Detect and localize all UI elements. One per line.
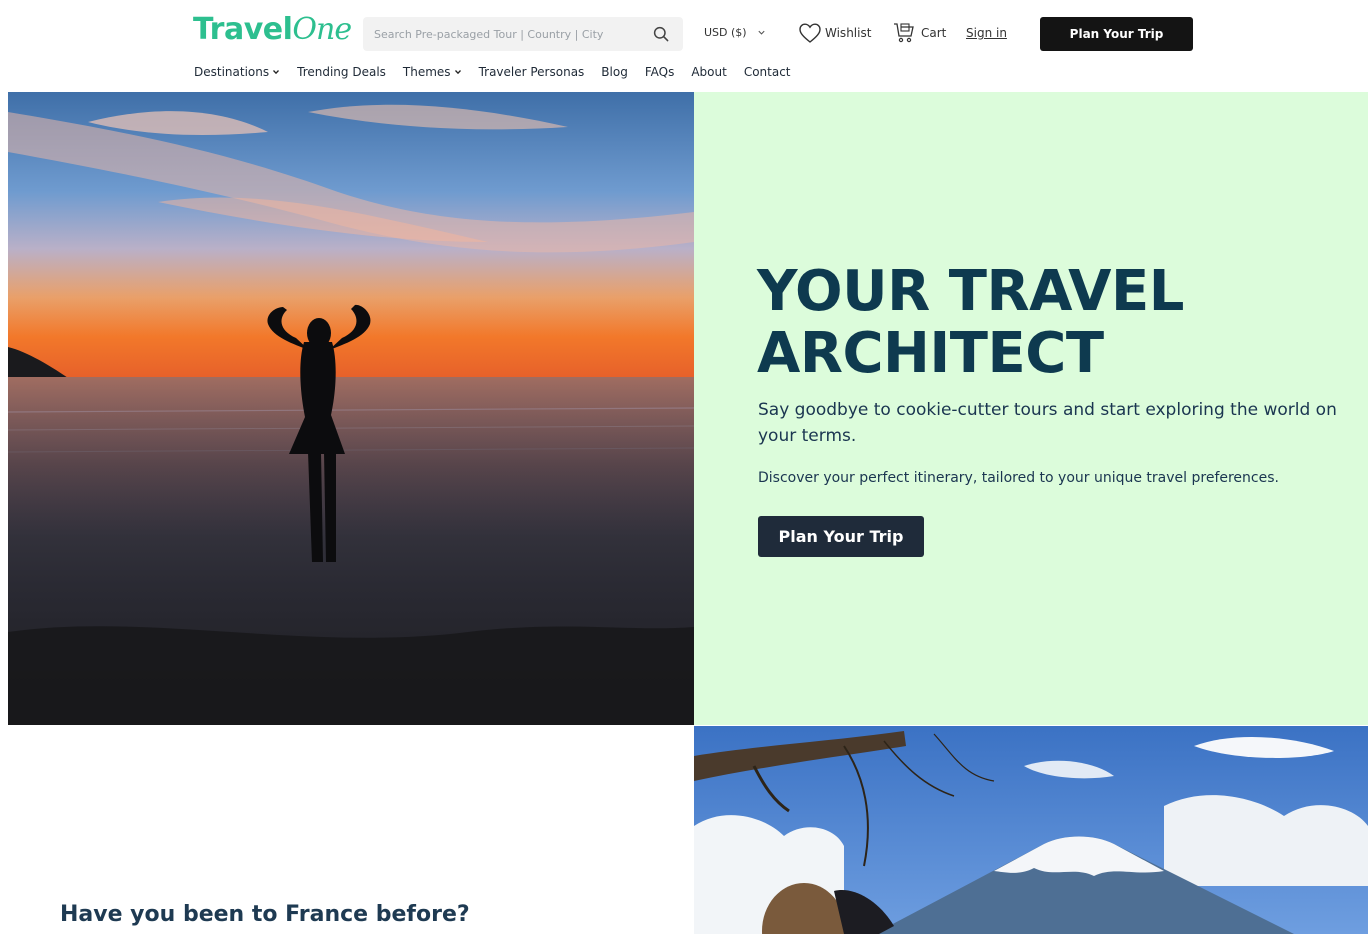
main-nav: Destinations Trending Deals Themes Trave… <box>194 65 808 79</box>
nav-item-faqs[interactable]: FAQs <box>645 65 675 79</box>
plan-your-trip-header-button[interactable]: Plan Your Trip <box>1040 17 1193 51</box>
nav-item-traveler-personas[interactable]: Traveler Personas <box>479 65 585 79</box>
currency-selector[interactable]: USD ($) <box>704 26 766 39</box>
nav-item-label: Contact <box>743 65 791 79</box>
wishlist-link[interactable]: Wishlist <box>798 22 871 44</box>
hero-title: YOUR TRAVEL ARCHITECT <box>757 261 1317 385</box>
wishlist-label: Wishlist <box>825 26 872 40</box>
nav-item-blog[interactable]: Blog <box>601 65 628 79</box>
currency-label: USD ($) <box>704 26 747 39</box>
nav-item-label: Destinations <box>194 65 270 79</box>
cart-icon <box>894 23 914 43</box>
plan-your-trip-hero-button[interactable]: Plan Your Trip <box>758 516 924 557</box>
beach-sunset-photo <box>8 92 694 725</box>
nav-item-destinations[interactable]: Destinations <box>194 65 280 79</box>
hero-title-line2: ARCHITECT <box>757 321 1104 386</box>
mount-fuji-photo <box>694 726 1368 934</box>
nav-item-trending-deals[interactable]: Trending Deals <box>297 65 386 79</box>
site-header: TravelOne USD ($) Wishlist Cart Sign in … <box>0 0 1368 92</box>
nav-item-label: Blog <box>601 65 628 79</box>
heart-icon <box>799 23 821 43</box>
nav-item-label: Traveler Personas <box>478 65 585 79</box>
nav-item-label: Trending Deals <box>297 65 386 79</box>
search-input[interactable] <box>363 17 633 51</box>
nav-item-themes[interactable]: Themes <box>403 65 462 79</box>
france-question-heading: Have you been to France before? <box>60 902 470 927</box>
brand-logo[interactable]: Travel One <box>193 12 352 48</box>
hero-subtitle: Say goodbye to cookie-cutter tours and s… <box>758 400 1337 446</box>
hero-description: Discover your perfect itinerary, tailore… <box>758 470 1279 486</box>
logo-text-one: One <box>292 12 352 47</box>
nav-item-contact[interactable]: Contact <box>744 65 791 79</box>
cart-link[interactable]: Cart <box>892 21 946 45</box>
nav-item-label: Themes <box>402 65 451 79</box>
hero-title-line1: YOUR TRAVEL <box>757 259 1184 324</box>
search-bar <box>363 17 683 51</box>
chevron-down-icon <box>758 30 765 35</box>
chevron-down-icon <box>454 70 461 75</box>
hero-image-beach-sunset <box>8 92 694 725</box>
cart-label: Cart <box>921 26 947 40</box>
sign-in-link[interactable]: Sign in <box>966 26 1007 40</box>
nav-item-label: FAQs <box>644 65 675 79</box>
nav-item-label: About <box>691 65 727 79</box>
chevron-down-icon <box>273 70 280 75</box>
nav-item-about[interactable]: About <box>691 65 726 79</box>
search-icon[interactable] <box>653 26 669 42</box>
mount-fuji-image <box>694 726 1368 934</box>
logo-text-travel: Travel <box>193 12 293 47</box>
